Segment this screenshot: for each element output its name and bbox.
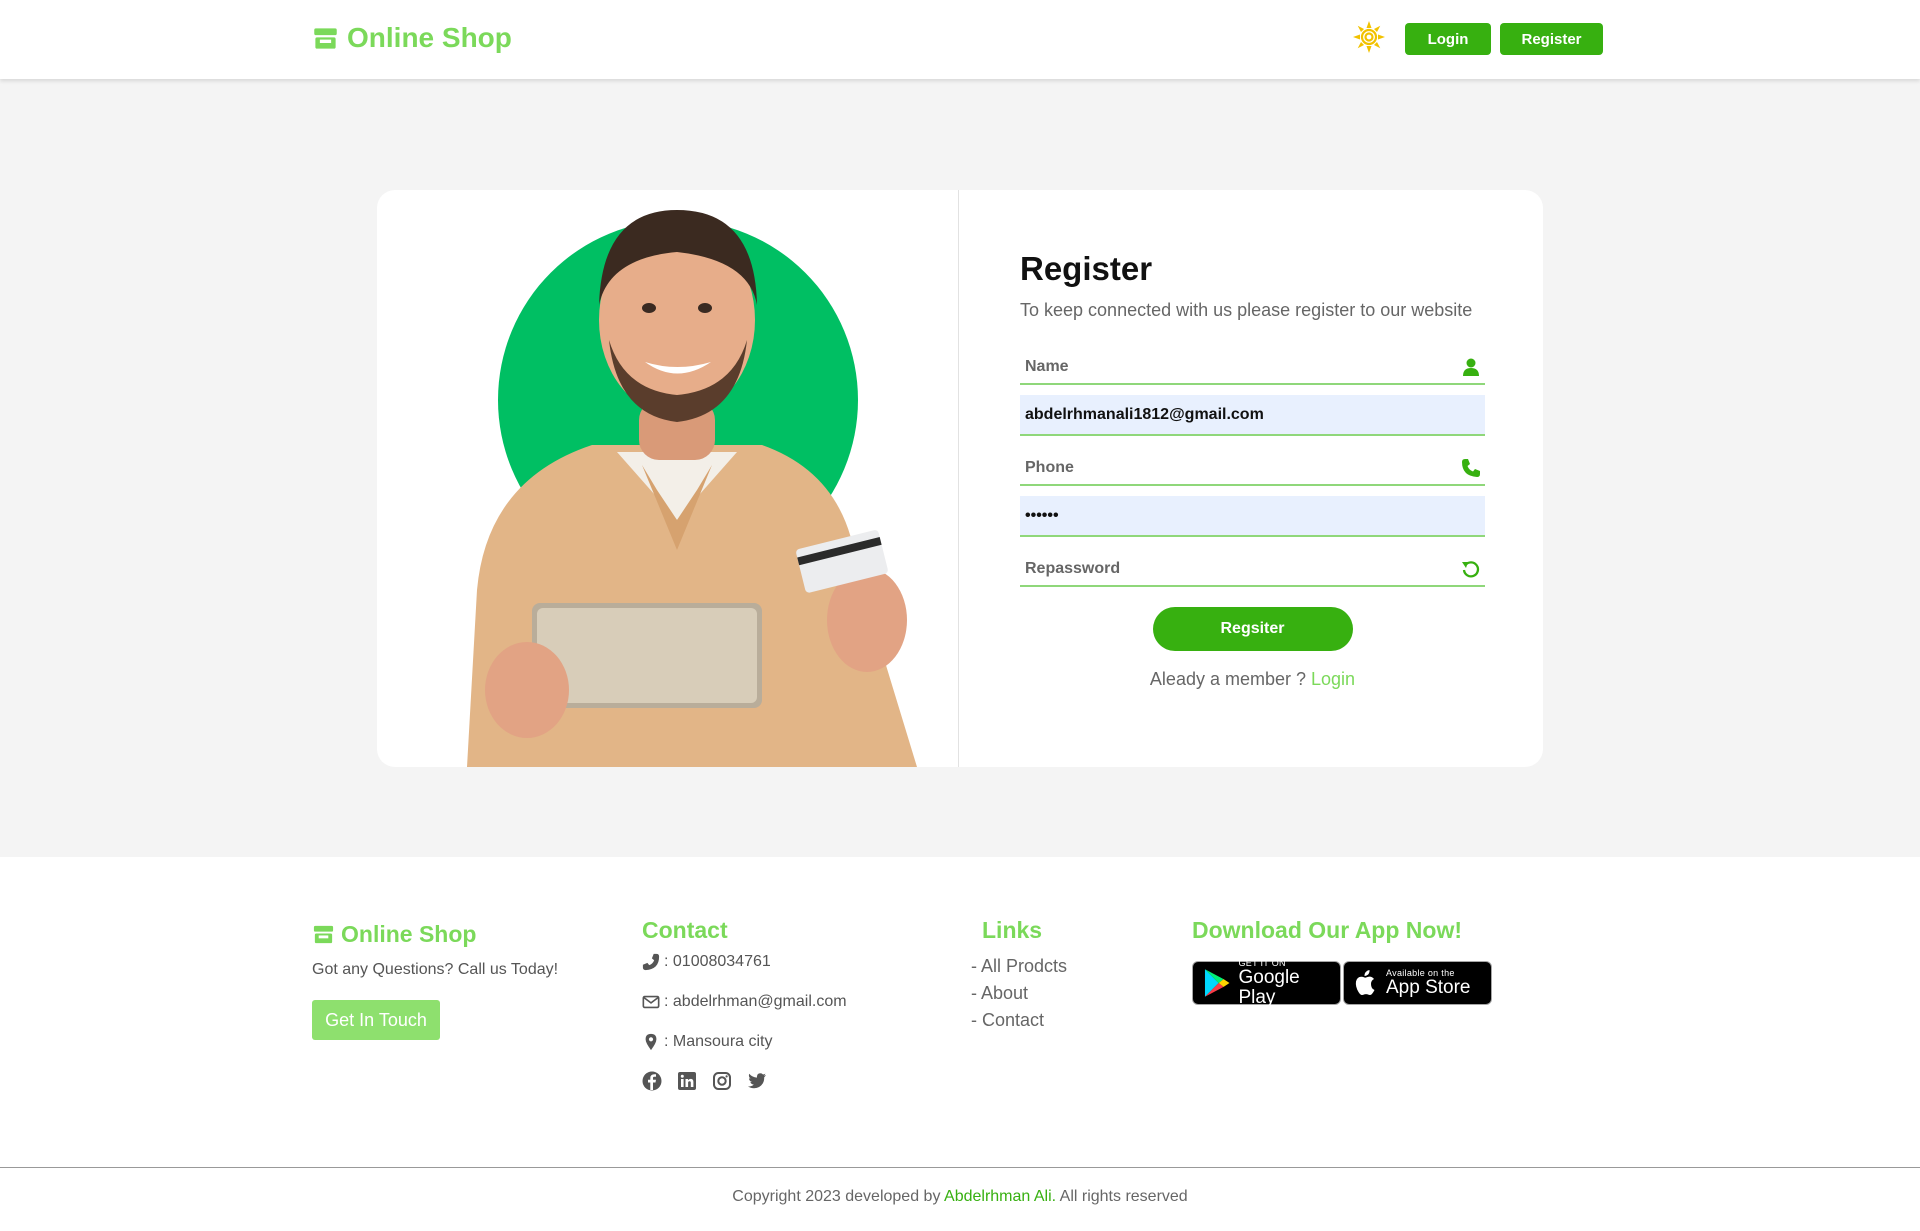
google-play-badge[interactable]: GET IT ON Google Play (1192, 958, 1341, 1008)
shopper-illustration (467, 210, 917, 767)
twitter-icon[interactable] (747, 1071, 767, 1091)
member-prompt: Aleady a member ? Login (1020, 669, 1485, 690)
app-store-badges: GET IT ON Google Play Available on the A… (1192, 958, 1492, 1008)
copyright-text: Copyright 2023 developed by Abdelrhman A… (0, 1188, 1920, 1206)
store-icon (313, 925, 334, 944)
facebook-icon[interactable] (642, 1071, 662, 1091)
register-button[interactable]: Register (1500, 23, 1603, 55)
user-icon (1463, 358, 1479, 376)
footer: Online Shop Got any Questions? Call us T… (0, 857, 1920, 1231)
google-play-icon (1204, 969, 1230, 997)
get-in-touch-button[interactable]: Get In Touch (312, 1000, 440, 1040)
rotate-icon (1462, 561, 1480, 578)
envelope-icon (642, 995, 660, 1009)
phone-icon (1462, 459, 1480, 477)
contact-phone: : 01008034761 (642, 953, 771, 971)
brand-name: Online Shop (347, 22, 512, 53)
download-heading: Download Our App Now! (1192, 917, 1463, 943)
login-button[interactable]: Login (1405, 23, 1491, 55)
form-subtitle: To keep connected with us please registe… (1020, 300, 1473, 320)
link-all-products[interactable]: - All Prodcts (971, 953, 1067, 980)
repassword-input[interactable] (1020, 553, 1485, 585)
footer-divider (0, 1167, 1920, 1168)
contact-email-text: : abdelrhman@gmail.com (664, 993, 847, 1010)
contact-email: : abdelrhman@gmail.com (642, 993, 847, 1011)
phone-icon (642, 953, 660, 971)
google-play-big-text: Google Play (1238, 967, 1300, 1008)
form-title: Register (1020, 250, 1153, 287)
social-links (642, 1071, 767, 1091)
copyright-suffix: All rights reserved (1059, 1188, 1188, 1205)
store-icon (314, 27, 337, 49)
footer-brand[interactable]: Online Shop (312, 921, 476, 948)
brand-logo[interactable]: Online Shop (312, 22, 512, 54)
instagram-icon[interactable] (712, 1071, 732, 1091)
member-text: Aleady a member ? (1149, 669, 1306, 689)
submit-register-button[interactable]: Regsiter (1152, 607, 1353, 651)
apple-icon (1355, 970, 1375, 995)
password-input[interactable] (1020, 496, 1485, 535)
footer-brand-name: Online Shop (341, 921, 477, 947)
name-field (1020, 351, 1485, 385)
login-link[interactable]: Login (1311, 669, 1355, 689)
phone-field (1020, 452, 1485, 486)
contact-location: : Mansoura city (642, 1033, 772, 1051)
footer-links: - All Prodcts - About - Contact (971, 953, 1067, 1034)
register-form: Register To keep connected with us pleas… (1020, 250, 1485, 690)
link-contact[interactable]: - Contact (971, 1007, 1067, 1034)
contact-phone-text: : 01008034761 (664, 953, 771, 970)
phone-input[interactable] (1020, 452, 1485, 484)
name-input[interactable] (1020, 351, 1485, 383)
copyright-prefix: Copyright 2023 developed by (732, 1188, 941, 1205)
links-heading: Links (982, 917, 1043, 943)
email-input[interactable] (1020, 395, 1485, 434)
contact-heading: Contact (642, 917, 728, 943)
contact-location-text: : Mansoura city (664, 1033, 773, 1050)
email-field (1020, 395, 1485, 436)
link-about[interactable]: - About (971, 980, 1067, 1007)
author-link[interactable]: Abdelrhman Ali. (944, 1188, 1056, 1205)
app-store-badge[interactable]: Available on the App Store (1343, 961, 1492, 1005)
linkedin-icon[interactable] (677, 1071, 697, 1091)
footer-question: Got any Questions? Call us Today! (312, 961, 559, 978)
top-navbar: Online Shop Login Register (0, 0, 1920, 79)
map-pin-icon (645, 1033, 657, 1051)
password-field (1020, 496, 1485, 537)
sun-icon[interactable] (1352, 20, 1386, 54)
card-divider (958, 190, 959, 767)
app-store-big-text: App Store (1386, 977, 1471, 998)
register-card: Register To keep connected with us pleas… (377, 190, 1543, 767)
repassword-field (1020, 553, 1485, 587)
